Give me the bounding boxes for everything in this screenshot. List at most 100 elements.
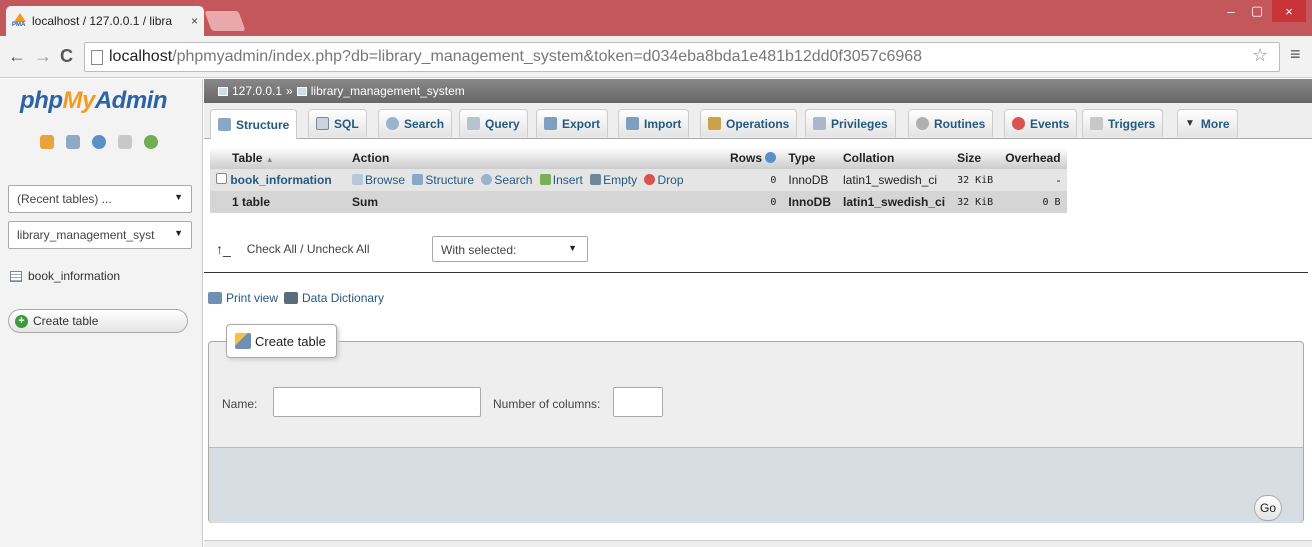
breadcrumb-server[interactable]: 127.0.0.1 — [232, 84, 282, 98]
tab-operations[interactable]: Operations — [700, 109, 798, 137]
tab-structure[interactable]: Structure — [210, 109, 298, 139]
wrench-icon — [708, 117, 721, 130]
summary-size: 32 KiB — [951, 191, 1000, 213]
chrome-menu-icon[interactable]: ≡ — [1290, 44, 1301, 65]
tab-privileges[interactable]: Privileges — [805, 109, 896, 137]
back-arrow-icon[interactable]: ← — [8, 46, 26, 66]
help-icon[interactable] — [765, 152, 777, 163]
go-button[interactable]: Go — [1254, 495, 1282, 521]
new-table-icon — [235, 333, 251, 349]
browser-tab[interactable]: PMA localhost / 127.0.0.1 / libra × — [6, 6, 204, 36]
help-icon[interactable] — [92, 135, 106, 149]
address-bar[interactable]: localhost/phpmyadmin/index.php?db=librar… — [84, 42, 1280, 72]
browser-title-bar: PMA localhost / 127.0.0.1 / libra × ‒ ▢ … — [0, 0, 1312, 36]
structure-link[interactable]: Structure — [412, 173, 474, 187]
import-icon — [626, 117, 639, 130]
drop-icon — [644, 174, 656, 185]
chevron-down-icon: ▼ — [174, 228, 183, 238]
print-view-link[interactable]: Print view — [226, 291, 278, 305]
database-select[interactable]: library_management_syst ▼ — [8, 221, 192, 249]
row-checkbox[interactable] — [216, 173, 227, 184]
url-text[interactable]: localhost/phpmyadmin/index.php?db=librar… — [109, 48, 922, 66]
number-of-columns-label: Number of columns: — [493, 397, 601, 411]
breadcrumb-database[interactable]: library_management_system — [311, 84, 465, 98]
window-close-button[interactable]: × — [1272, 0, 1306, 22]
search-icon — [481, 174, 493, 185]
empty-link[interactable]: Empty — [590, 173, 637, 187]
search-link[interactable]: Search — [481, 173, 532, 187]
overhead-value: - — [999, 169, 1067, 191]
tab-events[interactable]: Events — [1004, 109, 1078, 137]
phpmyadmin-favicon-icon: PMA — [12, 13, 28, 29]
size-value[interactable]: 32 KiB — [951, 169, 1000, 191]
tab-title: localhost / 127.0.0.1 / libra — [32, 14, 173, 28]
summary-collation: latin1_swedish_ci — [837, 191, 952, 213]
browse-link[interactable]: Browse — [352, 173, 405, 187]
tab-search[interactable]: Search — [378, 109, 453, 137]
export-icon — [544, 117, 557, 130]
divider — [204, 272, 1308, 273]
triggers-icon — [1090, 117, 1103, 130]
home-icon[interactable] — [40, 135, 54, 149]
tab-import[interactable]: Import — [618, 109, 690, 137]
printer-icon — [208, 292, 222, 304]
with-selected-select[interactable]: With selected: ▼ — [432, 236, 588, 262]
bottom-bar — [204, 540, 1312, 547]
database-menu-tabs: Structure SQL Search Query Export Import… — [204, 103, 1312, 139]
check-all-row: ↑_ Check All / Uncheck All — [216, 241, 370, 257]
check-all-link[interactable]: Check All / Uncheck All — [247, 242, 370, 256]
col-header-table[interactable]: Table ▲ — [210, 147, 346, 169]
tab-query[interactable]: Query — [459, 109, 528, 137]
reload-nav-icon[interactable] — [144, 135, 158, 149]
col-header-rows[interactable]: Rows — [724, 147, 783, 169]
tables-list: Table ▲ Action Rows Type Collation Size … — [210, 147, 1067, 213]
collation-value: latin1_swedish_ci — [837, 169, 952, 191]
col-header-type[interactable]: Type — [782, 147, 838, 169]
col-header-overhead[interactable]: Overhead — [999, 147, 1067, 169]
phpmyadmin-logo[interactable]: phpMyAdmin — [20, 87, 168, 115]
breadcrumb-separator: » — [286, 84, 293, 98]
tab-triggers[interactable]: Triggers — [1082, 109, 1164, 137]
main-panel: 127.0.0.1 » library_management_system St… — [204, 79, 1312, 547]
summary-rows: 0 — [724, 191, 783, 213]
docs-icon[interactable] — [118, 135, 132, 149]
structure-icon — [218, 118, 231, 131]
col-header-collation[interactable]: Collation — [837, 147, 952, 169]
arrow-up-icon: ↑_ — [216, 241, 231, 257]
data-dictionary-icon — [284, 292, 299, 304]
forward-arrow-icon[interactable]: → — [34, 46, 52, 66]
summary-action: Sum — [346, 191, 724, 213]
create-table-legend: Create table — [226, 324, 337, 358]
reload-icon[interactable]: C — [60, 46, 73, 66]
sidebar-create-table-button[interactable]: + Create table — [8, 309, 188, 333]
table-name-link[interactable]: book_information — [230, 173, 331, 187]
sort-asc-icon: ▲ — [265, 155, 274, 164]
sidebar-table-book-information[interactable]: book_information — [10, 269, 120, 283]
database-icon — [296, 86, 307, 96]
rows-value: 0 — [724, 169, 783, 191]
drop-link[interactable]: Drop — [644, 173, 684, 187]
new-tab-button[interactable] — [204, 11, 246, 31]
form-footer — [209, 447, 1303, 523]
clock-icon — [1012, 117, 1025, 130]
recent-tables-select[interactable]: (Recent tables) ... ▼ — [8, 185, 192, 213]
summary-name: 1 table — [210, 191, 346, 213]
tab-close-icon[interactable]: × — [191, 14, 198, 28]
query-icon — [467, 117, 480, 130]
tab-sql[interactable]: SQL — [308, 109, 367, 137]
tab-routines[interactable]: Routines — [908, 109, 994, 137]
table-name-input[interactable] — [273, 387, 481, 417]
number-of-columns-input[interactable] — [613, 387, 663, 417]
col-header-size[interactable]: Size — [951, 147, 1000, 169]
tab-export[interactable]: Export — [536, 109, 609, 137]
data-dictionary-link[interactable]: Data Dictionary — [302, 291, 384, 305]
summary-overhead: 0 B — [999, 191, 1067, 213]
tab-more[interactable]: ▼ More — [1177, 109, 1238, 137]
logout-icon[interactable] — [66, 135, 80, 149]
window-maximize-button[interactable]: ▢ — [1244, 0, 1270, 22]
bookmark-star-icon[interactable]: ☆ — [1252, 45, 1268, 66]
insert-link[interactable]: Insert — [539, 173, 583, 187]
breadcrumb: 127.0.0.1 » library_management_system — [204, 79, 1312, 103]
window-minimize-button[interactable]: ‒ — [1218, 0, 1244, 22]
page-icon — [91, 49, 103, 65]
